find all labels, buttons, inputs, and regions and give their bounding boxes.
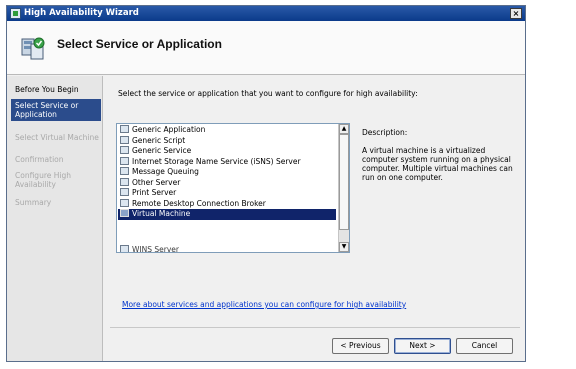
generic-application-icon (120, 125, 129, 133)
list-item[interactable]: Print Server (118, 188, 336, 199)
instruction-text: Select the service or application that y… (118, 89, 418, 98)
wizard-steps-sidebar: Before You Begin Select Service or Appli… (7, 76, 103, 361)
step-summary: Summary (15, 198, 52, 207)
wizard-header: Select Service or Application (7, 21, 525, 75)
cancel-button[interactable]: Cancel (456, 338, 513, 354)
message-queuing-icon (120, 167, 129, 175)
print-server-icon (120, 188, 129, 196)
scroll-down-button[interactable]: ▼ (339, 242, 349, 252)
step-select-virtual-machine: Select Virtual Machine (15, 133, 99, 142)
scroll-thumb[interactable] (339, 134, 349, 230)
description-label: Description: (362, 128, 408, 137)
list-item[interactable]: WINS Server (118, 245, 336, 252)
page-title: Select Service or Application (57, 37, 222, 51)
isns-server-icon (120, 156, 129, 165)
step-configure-high-availability: Configure High Availability (15, 171, 71, 189)
wizard-content: Select the service or application that y… (104, 76, 525, 361)
generic-service-icon (120, 146, 129, 154)
other-server-icon (120, 177, 129, 186)
step-confirmation: Confirmation (15, 155, 64, 164)
virtual-machine-icon (120, 209, 129, 217)
scroll-up-button[interactable]: ▲ (339, 124, 349, 134)
footer-divider (110, 327, 520, 328)
cluster-wizard-icon (21, 37, 45, 60)
list-item[interactable]: Generic Script (118, 135, 336, 147)
wizard-window: High Availability Wizard × Select Servic… (6, 5, 526, 362)
step-before-you-begin[interactable]: Before You Begin (15, 85, 101, 94)
list-item[interactable]: Remote Desktop Connection Broker (118, 198, 336, 210)
list-item[interactable]: Other Server (118, 177, 336, 189)
next-button[interactable]: Next > (394, 338, 451, 354)
description-text: A virtual machine is a virtualized compu… (362, 146, 513, 182)
title-bar: High Availability Wizard × (7, 6, 525, 21)
list-scrollbar[interactable]: ▲ ▼ (338, 124, 349, 252)
list-item[interactable]: Generic Service (118, 146, 336, 157)
list-item-selected[interactable]: Virtual Machine (118, 209, 336, 220)
service-listbox[interactable]: Generic Application Generic Script Gener… (116, 123, 350, 253)
list-item[interactable]: Internet Storage Name Service (iSNS) Ser… (118, 156, 336, 168)
list-item[interactable]: Message Queuing (118, 167, 336, 178)
list-item[interactable]: Generic Application (118, 125, 336, 136)
step-select-service: Select Service or Application (11, 99, 101, 121)
remote-desktop-icon (120, 198, 129, 207)
more-info-link[interactable]: More about services and applications you… (122, 300, 406, 309)
close-button[interactable]: × (510, 8, 522, 19)
generic-script-icon (120, 135, 129, 144)
previous-button[interactable]: < Previous (332, 338, 389, 354)
wins-server-icon (120, 245, 129, 252)
window-title: High Availability Wizard (24, 8, 139, 18)
wizard-app-icon (10, 8, 21, 19)
